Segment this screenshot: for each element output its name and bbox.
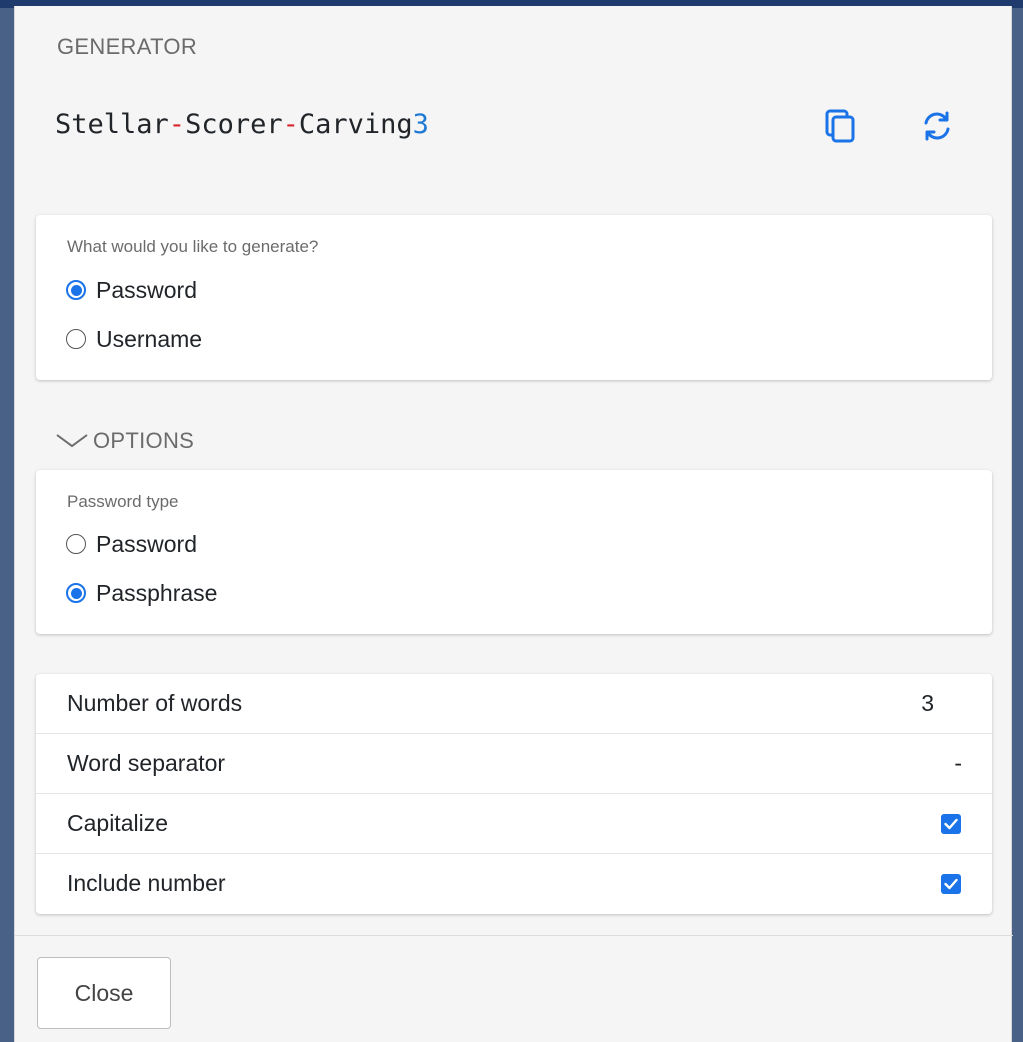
num-words-label: Number of words: [67, 690, 243, 716]
word-separator-input[interactable]: -: [954, 750, 962, 777]
chevron-down-icon: [56, 434, 88, 448]
radio-label: Username: [96, 325, 203, 352]
radio-label: Password: [96, 276, 197, 303]
checkmark-icon: [944, 818, 958, 830]
passphrase-separator: -: [168, 109, 186, 140]
generated-passphrase[interactable]: Stellar-Scorer-Carving3: [55, 109, 429, 140]
passphrase-number: 3: [412, 109, 429, 140]
option-row-word-separator[interactable]: Word separator -: [36, 734, 992, 794]
regenerate-button[interactable]: [917, 106, 957, 146]
radio-button-unchecked[interactable]: [66, 329, 86, 349]
word-separator-label: Word separator: [67, 750, 226, 776]
radio-type-passphrase[interactable]: Passphrase: [66, 578, 217, 608]
radio-button-unchecked[interactable]: [66, 534, 86, 554]
copy-icon: [825, 109, 855, 143]
radio-button-checked[interactable]: [66, 583, 86, 603]
include-number-checkbox[interactable]: [941, 874, 961, 894]
checkmark-icon: [944, 878, 958, 890]
section-title: GENERATOR: [57, 34, 198, 59]
radio-type-password[interactable]: Password: [66, 529, 197, 559]
refresh-icon: [924, 111, 950, 141]
capitalize-checkbox[interactable]: [941, 814, 961, 834]
num-words-input[interactable]: 3: [921, 690, 934, 717]
include-number-label: Include number: [67, 870, 226, 896]
copy-button[interactable]: [821, 106, 861, 146]
generator-dialog: GENERATOR Stellar-Scorer-Carving3 What w…: [14, 6, 1013, 1042]
passphrase-separator: -: [282, 109, 299, 140]
options-toggle[interactable]: OPTIONS: [55, 424, 194, 458]
passphrase-word: Stellar: [55, 109, 169, 140]
passphrase-word: Carving: [298, 109, 413, 140]
radio-generate-password[interactable]: Password: [66, 275, 197, 305]
capitalize-label: Capitalize: [67, 810, 168, 836]
options-label: OPTIONS: [93, 428, 195, 453]
password-type-card: Password type Password Passphrase: [36, 470, 992, 634]
radio-label: Passphrase: [96, 579, 218, 606]
option-row-num-words[interactable]: Number of words 3: [36, 674, 992, 734]
close-button[interactable]: Close: [37, 957, 171, 1029]
generate-type-question: What would you like to generate?: [67, 237, 319, 256]
radio-label: Password: [96, 530, 197, 557]
passphrase-options-card: Number of words 3 Word separator - Capit…: [36, 674, 992, 914]
password-type-label: Password type: [67, 492, 179, 511]
generate-type-card: What would you like to generate? Passwor…: [36, 215, 992, 380]
radio-generate-username[interactable]: Username: [66, 324, 202, 354]
option-row-capitalize[interactable]: Capitalize: [36, 794, 992, 854]
option-row-include-number[interactable]: Include number: [36, 854, 992, 914]
passphrase-word: Scorer: [185, 109, 283, 140]
radio-button-checked[interactable]: [66, 280, 86, 300]
footer-divider: [15, 935, 1013, 936]
